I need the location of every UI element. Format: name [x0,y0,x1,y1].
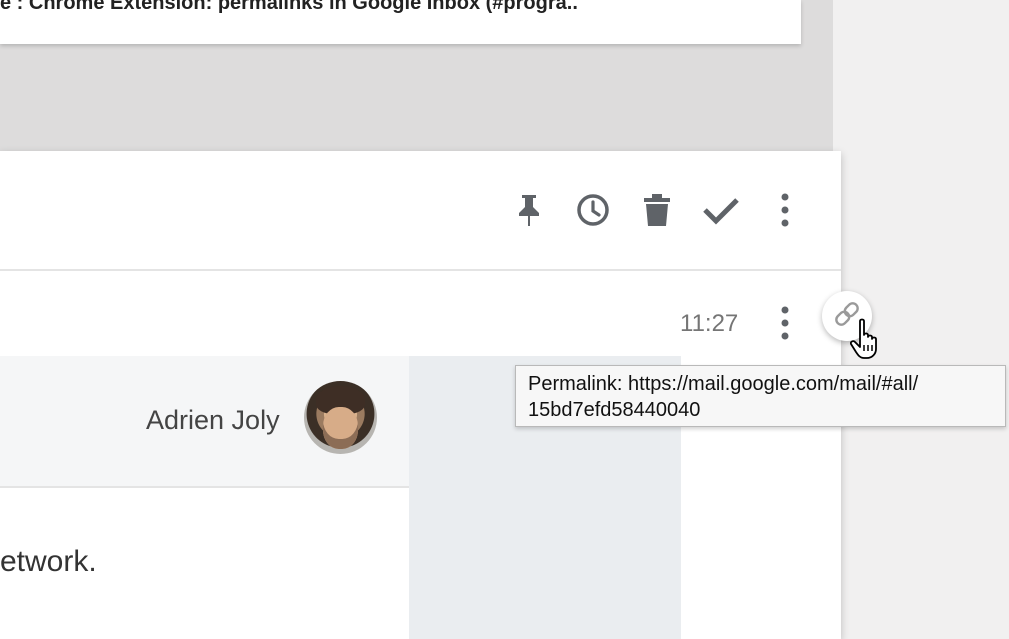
tooltip-line-2: 15bd7efd58440040 [528,399,701,421]
pin-icon [516,193,542,232]
delete-button[interactable] [637,192,677,232]
trash-icon [643,193,671,232]
permalink-tooltip: Permalink: https://mail.google.com/mail/… [515,365,1006,427]
mark-done-button[interactable] [701,192,741,232]
tooltip-line-1: Permalink: https://mail.google.com/mail/… [528,373,919,395]
message-time: 11:27 [680,310,739,337]
avatar[interactable] [304,381,377,454]
sender-name: Adrien Joly [146,405,280,435]
message-body-text: etwork. [0,545,97,578]
snooze-clock-icon [576,193,610,232]
message-more-button[interactable] [765,305,805,345]
toolbar-more-button[interactable] [765,192,805,232]
hand-cursor-icon [849,318,884,365]
pin-button[interactable] [509,192,549,232]
snooze-button[interactable] [573,192,613,232]
done-check-icon [702,195,740,230]
more-vert-icon [780,193,790,232]
previous-email-subject: e : Chrome Extension: permalinks in Goog… [0,0,578,14]
email-toolbar [0,151,841,271]
previous-email-card[interactable]: e : Chrome Extension: permalinks in Goog… [0,0,801,44]
more-vert-icon [780,306,790,345]
